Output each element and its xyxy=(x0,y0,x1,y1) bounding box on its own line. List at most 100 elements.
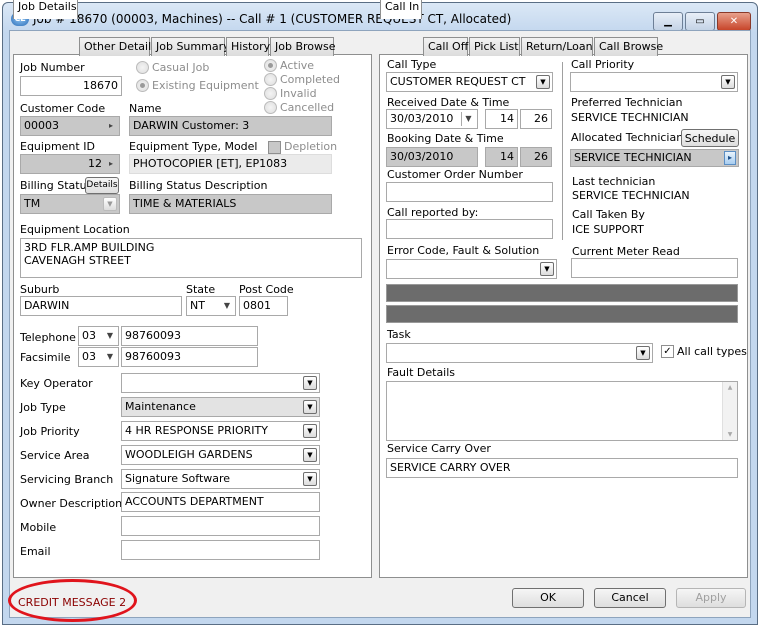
cancel-button[interactable]: Cancel xyxy=(594,588,666,608)
chevron-down-icon[interactable]: ▼ xyxy=(303,376,317,390)
chevron-down-icon[interactable]: ▼ xyxy=(303,448,317,462)
booking-label: Booking Date & Time xyxy=(387,132,504,145)
job-number-label: Job Number xyxy=(20,61,85,74)
telephone-area-select[interactable]: 03 ▼ xyxy=(78,326,119,346)
casual-job-radio[interactable] xyxy=(136,61,149,74)
booking-minute-field[interactable]: 26 xyxy=(520,147,552,167)
reported-field[interactable] xyxy=(386,219,553,239)
equipment-location-field[interactable]: 3RD FLR.AMP BUILDING CAVENAGH STREET xyxy=(20,238,362,278)
allocated-tech-value: SERVICE TECHNICIAN xyxy=(574,151,692,164)
meter-read-field[interactable] xyxy=(571,258,738,278)
status-completed-label: Completed xyxy=(280,73,340,86)
call-type-combo[interactable]: CUSTOMER REQUEST CT ▼ xyxy=(386,72,553,92)
chevron-down-icon[interactable]: ▼ xyxy=(103,197,117,211)
suburb-field[interactable]: DARWIN xyxy=(20,296,182,316)
postcode-field[interactable]: 0801 xyxy=(239,296,288,316)
customer-code-value: 00003 xyxy=(24,119,59,132)
owner-desc-field[interactable]: ACCOUNTS DEPARTMENT xyxy=(121,492,320,512)
service-area-combo[interactable]: WOODLEIGH GARDENS ▼ xyxy=(121,445,320,465)
minimize-button[interactable]: ▁ xyxy=(653,12,683,31)
schedule-button[interactable]: Schedule xyxy=(681,129,739,147)
tab-pick-list[interactable]: Pick List xyxy=(469,37,520,56)
job-number-field[interactable]: 18670 xyxy=(20,76,122,96)
received-date-picker[interactable]: 30/03/2010 ▼ xyxy=(386,109,478,129)
job-priority-label: Job Priority xyxy=(20,425,80,438)
email-field[interactable] xyxy=(121,540,320,560)
all-call-types-checkbox[interactable]: ✓ xyxy=(661,345,674,358)
received-minute-field[interactable]: 26 xyxy=(520,109,552,129)
tab-call-browse[interactable]: Call Browse xyxy=(594,37,663,56)
name-field[interactable]: DARWIN Customer: 3 xyxy=(129,116,332,136)
state-select[interactable]: NT ▼ xyxy=(186,296,236,316)
customer-code-field[interactable]: 00003 ▸ xyxy=(20,116,120,136)
chevron-down-icon[interactable]: ▼ xyxy=(104,350,116,364)
key-operator-combo[interactable]: ▼ xyxy=(121,373,320,393)
task-label: Task xyxy=(387,328,411,341)
chevron-down-icon[interactable]: ▼ xyxy=(461,112,475,126)
status-active-radio[interactable] xyxy=(264,59,277,72)
close-button[interactable]: ✕ xyxy=(717,12,751,31)
status-bar-2 xyxy=(386,305,738,323)
tab-job-details[interactable]: Job Details xyxy=(13,0,78,19)
equipment-type-field[interactable]: PHOTOCOPIER [ET], EP1083 xyxy=(129,154,332,174)
mobile-field[interactable] xyxy=(121,516,320,536)
tab-job-browse[interactable]: Job Browse xyxy=(270,37,336,56)
depletion-checkbox[interactable] xyxy=(268,141,281,154)
billing-status-combo[interactable]: TM ▼ xyxy=(20,194,120,214)
task-combo[interactable]: ▼ xyxy=(386,343,653,363)
tab-history[interactable]: History xyxy=(226,37,270,56)
booking-date-field[interactable]: 30/03/2010 xyxy=(386,147,478,167)
status-bar-1 xyxy=(386,284,738,302)
existing-equipment-radio[interactable] xyxy=(136,79,149,92)
chevron-down-icon[interactable]: ▼ xyxy=(303,400,317,414)
maximize-button[interactable]: ▭ xyxy=(685,12,715,31)
status-cancelled-radio[interactable] xyxy=(264,101,277,114)
billing-desc-field[interactable]: TIME & MATERIALS xyxy=(129,194,332,214)
chevron-down-icon[interactable]: ▼ xyxy=(636,346,650,360)
service-area-value: WOODLEIGH GARDENS xyxy=(125,448,253,461)
chevron-down-icon[interactable]: ▼ xyxy=(303,424,317,438)
billing-details-button[interactable]: Details xyxy=(85,177,119,194)
status-invalid-radio[interactable] xyxy=(264,87,277,100)
facsimile-area-select[interactable]: 03 ▼ xyxy=(78,347,119,367)
chevron-right-icon[interactable]: ▸ xyxy=(105,119,117,133)
ok-button[interactable]: OK xyxy=(512,588,584,608)
job-priority-combo[interactable]: 4 HR RESPONSE PRIORITY ▼ xyxy=(121,421,320,441)
tab-other-details[interactable]: Other Details xyxy=(79,37,157,56)
chevron-right-icon[interactable]: ▸ xyxy=(105,157,117,171)
telephone-field[interactable]: 98760093 xyxy=(121,326,258,346)
received-hour-field[interactable]: 14 xyxy=(485,109,518,129)
state-value: NT xyxy=(190,299,205,312)
apply-button[interactable]: Apply xyxy=(676,588,746,608)
chevron-down-icon[interactable]: ▼ xyxy=(104,329,116,343)
carry-over-field[interactable]: SERVICE CARRY OVER xyxy=(386,458,738,478)
tab-call-in[interactable]: Call In xyxy=(380,0,422,19)
billing-status-value: TM xyxy=(24,197,41,210)
call-priority-combo[interactable]: ▼ xyxy=(570,72,738,92)
equipment-id-value: 12 xyxy=(88,157,102,170)
chevron-down-icon[interactable]: ▼ xyxy=(536,75,550,89)
chevron-right-icon[interactable]: ▸ xyxy=(724,151,736,165)
chevron-down-icon[interactable]: ▼ xyxy=(540,262,554,276)
allocated-tech-field[interactable]: SERVICE TECHNICIAN ▸ xyxy=(570,149,739,167)
preferred-tech-value: SERVICE TECHNICIAN xyxy=(571,111,689,124)
facsimile-field[interactable]: 98760093 xyxy=(121,347,258,367)
scrollbar[interactable]: ▲ ▼ xyxy=(722,382,737,440)
chevron-down-icon[interactable]: ▼ xyxy=(303,472,317,486)
servicing-branch-combo[interactable]: Signature Software ▼ xyxy=(121,469,320,489)
status-completed-radio[interactable] xyxy=(264,73,277,86)
equipment-id-field[interactable]: 12 ▸ xyxy=(20,154,120,174)
tab-return-loan[interactable]: Return/Loan xyxy=(521,37,593,56)
job-type-combo[interactable]: Maintenance ▼ xyxy=(121,397,320,417)
chevron-down-icon[interactable]: ▼ xyxy=(721,75,735,89)
booking-hour-field[interactable]: 14 xyxy=(485,147,518,167)
order-field[interactable] xyxy=(386,182,553,202)
tab-call-off[interactable]: Call Off xyxy=(423,37,468,56)
owner-desc-label: Owner Description xyxy=(20,497,123,510)
chevron-down-icon[interactable]: ▼ xyxy=(221,299,233,313)
call-priority-label: Call Priority xyxy=(571,58,635,71)
status-invalid-label: Invalid xyxy=(280,87,317,100)
tab-job-summary[interactable]: Job Summary xyxy=(151,37,230,56)
error-code-combo[interactable]: ▼ xyxy=(386,259,557,279)
fault-details-field[interactable]: ▲ ▼ xyxy=(386,381,738,441)
